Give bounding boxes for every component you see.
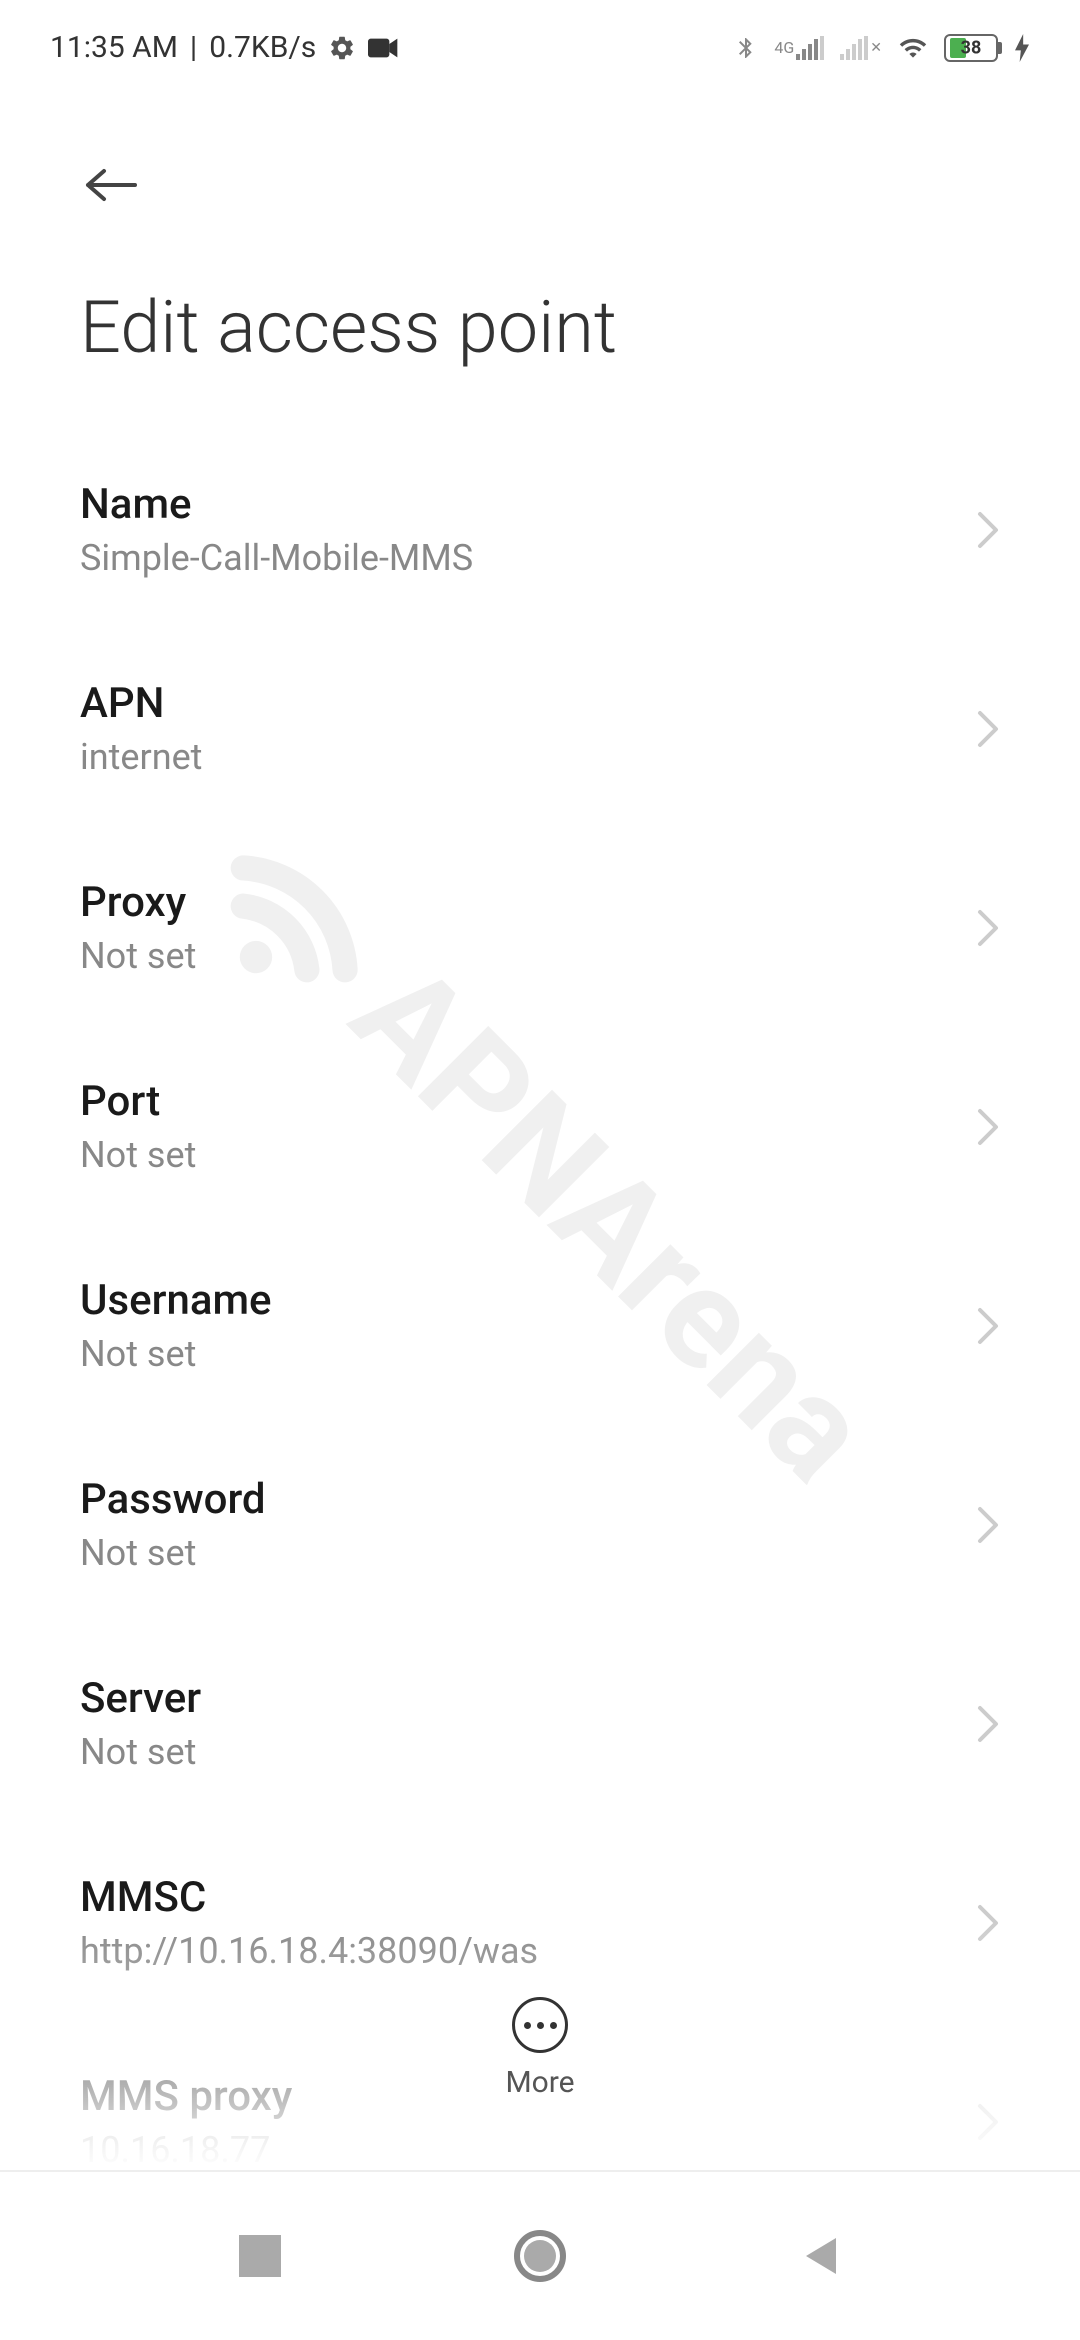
arrow-left-icon: [80, 165, 140, 205]
setting-label: Server: [80, 1674, 976, 1723]
more-icon: [512, 1997, 568, 2053]
nav-recents-button[interactable]: [220, 2216, 300, 2296]
setting-proxy[interactable]: Proxy Not set: [80, 828, 1000, 1027]
setting-value: Simple-Call-Mobile-MMS: [80, 537, 976, 579]
chevron-right-icon: [976, 1107, 1000, 1147]
chevron-right-icon: [976, 2102, 1000, 2142]
setting-label: Password: [80, 1475, 976, 1524]
triangle-left-icon: [800, 2234, 840, 2278]
signal1-icon: 4G: [774, 36, 824, 60]
bluetooth-icon: [734, 33, 758, 63]
chevron-right-icon: [976, 1704, 1000, 1744]
chevron-right-icon: [976, 510, 1000, 550]
setting-server[interactable]: Server Not set: [80, 1624, 1000, 1823]
chevron-right-icon: [976, 1505, 1000, 1545]
setting-mmsc[interactable]: MMSC http://10.16.18.4:38090/was: [80, 1823, 1000, 2022]
setting-apn[interactable]: APN internet: [80, 629, 1000, 828]
setting-label: Proxy: [80, 878, 976, 927]
setting-value: Not set: [80, 1532, 976, 1574]
chevron-right-icon: [976, 709, 1000, 749]
wifi-icon: [898, 36, 928, 60]
chevron-right-icon: [976, 1306, 1000, 1346]
setting-label: MMSC: [80, 1873, 976, 1922]
circle-icon: [514, 2230, 566, 2282]
page-title: Edit access point: [80, 285, 1000, 370]
setting-password[interactable]: Password Not set: [80, 1425, 1000, 1624]
status-data-rate: 0.7KB/s: [209, 30, 316, 65]
more-label: More: [505, 2065, 574, 2100]
setting-name[interactable]: Name Simple-Call-Mobile-MMS: [80, 430, 1000, 629]
setting-value: internet: [80, 736, 976, 778]
charging-icon: [1014, 34, 1030, 62]
setting-label: Name: [80, 480, 976, 529]
square-icon: [239, 2235, 281, 2277]
setting-value: Not set: [80, 1333, 976, 1375]
nav-back-button[interactable]: [780, 2216, 860, 2296]
nav-home-button[interactable]: [500, 2216, 580, 2296]
setting-value: Not set: [80, 1134, 976, 1176]
setting-label: APN: [80, 679, 976, 728]
setting-value: 10.16.18.77: [80, 2129, 976, 2171]
setting-label: Port: [80, 1077, 976, 1126]
chevron-right-icon: [976, 908, 1000, 948]
signal2-icon: ✕: [840, 36, 882, 60]
camera-icon: [368, 36, 400, 60]
navigation-bar: [0, 2170, 1080, 2340]
setting-value: Not set: [80, 1731, 976, 1773]
status-bar: 11:35 AM | 0.7KB/s 4G: [0, 0, 1080, 85]
setting-port[interactable]: Port Not set: [80, 1027, 1000, 1226]
chevron-right-icon: [976, 1903, 1000, 1943]
setting-value: http://10.16.18.4:38090/was: [80, 1930, 976, 1972]
gear-icon: [328, 34, 356, 62]
battery-icon: 38: [944, 34, 998, 62]
setting-value: Not set: [80, 935, 976, 977]
setting-label: Username: [80, 1276, 976, 1325]
status-separator: |: [190, 30, 197, 65]
status-time: 11:35 AM: [50, 30, 178, 65]
back-button[interactable]: [80, 165, 140, 205]
more-button[interactable]: More: [0, 1997, 1080, 2100]
setting-username[interactable]: Username Not set: [80, 1226, 1000, 1425]
